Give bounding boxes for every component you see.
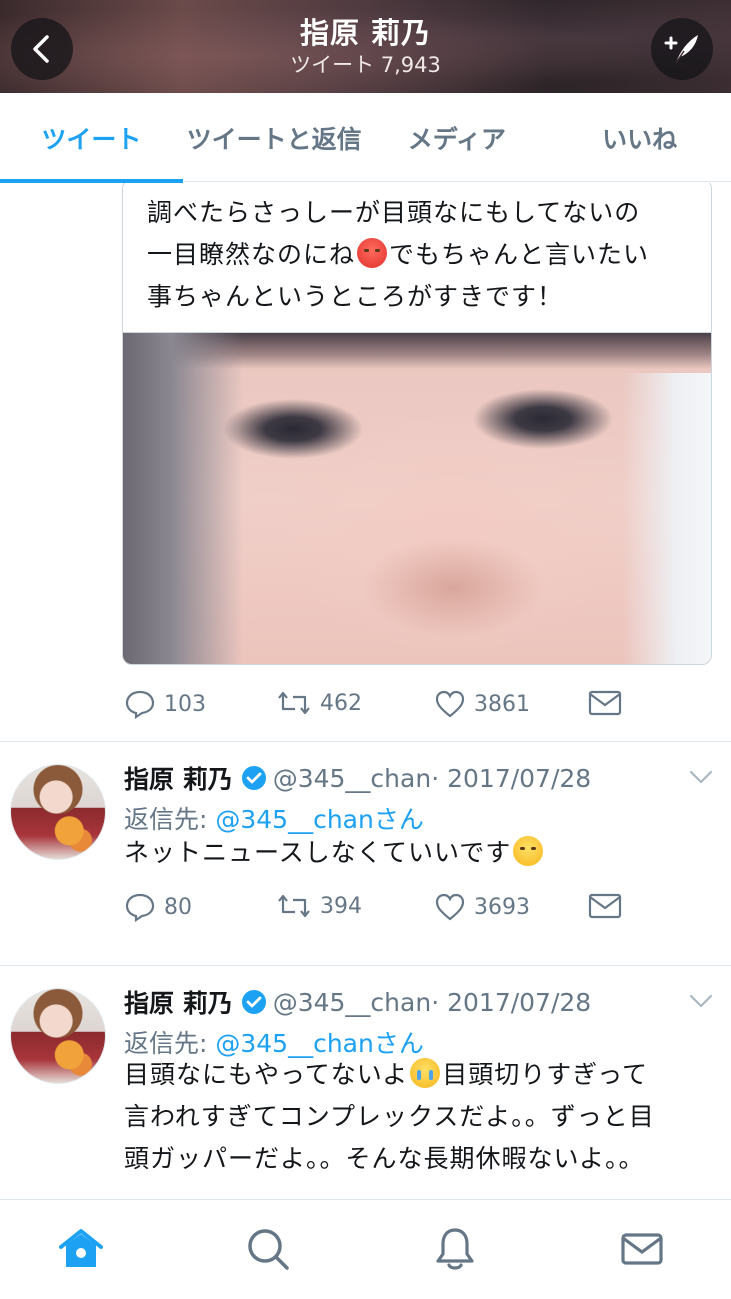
photo-pillow [623,373,711,664]
retweet-icon [278,894,310,918]
nav-search[interactable] [243,1224,293,1274]
profile-header: 指原 莉乃 ツイート 7,943 [0,0,731,93]
tweet-date[interactable]: · 2017/07/28 [431,764,591,793]
tab-media[interactable]: メディア [366,93,549,182]
chevron-down-icon[interactable] [689,994,713,1008]
envelope-icon [588,893,622,919]
relieved-face-emoji-icon [513,836,544,866]
nav-notifications[interactable] [430,1224,480,1274]
quoted-tweet-card[interactable]: 調べたらさっしーが目頭なにもしてないの 一目瞭然なのにね でもちゃんと言いたい 事… [122,183,712,665]
tweet-author-handle[interactable]: @345__chan [273,988,431,1017]
photo-hair-left [123,333,243,664]
angry-face-emoji-icon [357,238,388,268]
tweet-author-name[interactable]: 指原 莉乃 [124,760,233,796]
reply-action[interactable]: 80 [124,892,192,922]
messages-envelope-icon [621,1233,663,1265]
nav-messages[interactable] [617,1224,667,1274]
tweet-header: 指原 莉乃 @345__chan · 2017/07/28 [124,760,591,796]
dm-share-action[interactable] [588,892,630,920]
nav-home[interactable] [56,1224,106,1274]
reply-count: 80 [164,894,192,920]
reply-action[interactable]: 103 [124,689,206,719]
reply-to-label: 返信先: [124,805,216,834]
tweet-text-part: ネットニュースしなくていいです [124,838,512,867]
heart-icon [435,893,465,921]
avatar[interactable] [10,988,106,1084]
quoted-line-2a: 一目瞭然なのにね [147,240,356,269]
tweet-header: 指原 莉乃 @345__chan · 2017/07/28 [124,984,591,1020]
quoted-line-3: 事ちゃんというところがすきです！ [147,282,564,311]
tweet-text-line: 頭ガッパーだよ。。そんな長期休暇ないよ。。 [124,1144,645,1173]
tweet-text-part: 目頭なにもやってないよ [124,1060,409,1089]
reply-to-line: 返信先: @345__chanさん [124,800,424,836]
compose-feather-icon [664,35,698,64]
home-icon [59,1229,103,1267]
tweet-item[interactable]: 指原 莉乃 @345__chan · 2017/07/28 返信先: @345_… [0,742,731,965]
tweet-text-part: 目頭切りすぎって [442,1060,649,1089]
retweet-count: 394 [320,893,362,919]
like-count: 3693 [474,894,530,920]
like-action[interactable]: 3693 [434,892,530,922]
bottom-navigation [0,1199,731,1299]
tweet-item[interactable]: 指原 莉乃 @345__chan · 2017/07/28 返信先: @345_… [0,966,731,1199]
dm-share-action[interactable] [588,689,630,717]
profile-tabs: ツイート ツイートと返信 メディア いいね [0,93,731,183]
like-action[interactable]: 3861 [434,689,530,719]
verified-badge-icon [241,766,266,790]
reply-count: 103 [164,691,206,717]
tab-tweets[interactable]: ツイート [0,93,183,183]
retweet-action[interactable]: 462 [276,689,362,717]
quoted-line-1: 調べたらさっしーが目頭なにもしてないの [147,198,641,227]
compose-tweet-button[interactable] [651,18,713,80]
reply-to-mention[interactable]: @345__chanさん [215,805,423,834]
avatar[interactable] [10,764,106,860]
tab-likes[interactable]: いいね [548,93,731,182]
retweet-count: 462 [320,690,362,716]
tweet-feed[interactable]: 調べたらさっしーが目頭なにもしてないの 一目瞭然なのにね でもちゃんと言いたい 事… [0,183,731,1199]
heart-icon [435,690,465,718]
quoted-tweet-photo[interactable] [123,332,711,664]
profile-name-title: 指原 莉乃 [299,16,432,50]
tweet-date[interactable]: · 2017/07/28 [431,988,591,1017]
verified-badge-icon [241,990,266,1014]
quoted-line-2b: でもちゃんと言いたい [389,240,650,269]
retweet-action[interactable]: 394 [276,892,362,920]
reply-icon [125,690,155,719]
like-count: 3861 [474,691,530,717]
search-icon [248,1229,289,1270]
tweet-author-name[interactable]: 指原 莉乃 [124,984,233,1020]
tweet-text: ネットニュースしなくていいです [124,832,714,874]
tweet-text-line: 言われすぎてコンプレックスだよ。。ずっと目 [124,1102,655,1131]
crying-cat-emoji-icon [410,1058,441,1088]
tweet-author-handle[interactable]: @345__chan [273,764,431,793]
tab-tweets-and-replies[interactable]: ツイートと返信 [183,93,366,182]
tweet-text: 目頭なにもやってないよ 目頭切りすぎって 言われすぎてコンプレックスだよ。。ずっと… [124,1054,714,1180]
reply-icon [125,893,155,922]
envelope-icon [588,690,622,716]
quoted-line-2: 一目瞭然なのにね でもちゃんと言いたい [147,234,691,276]
tweet-text-line: 目頭なにもやってないよ 目頭切りすぎって [124,1054,714,1096]
retweet-icon [278,691,310,715]
notifications-bell-icon [436,1228,474,1270]
chevron-down-icon[interactable] [689,770,713,784]
tweet-count: ツイート 7,943 [290,53,441,77]
quoted-tweet-text: 調べたらさっしーが目頭なにもしてないの 一目瞭然なのにね でもちゃんと言いたい 事… [123,183,711,332]
